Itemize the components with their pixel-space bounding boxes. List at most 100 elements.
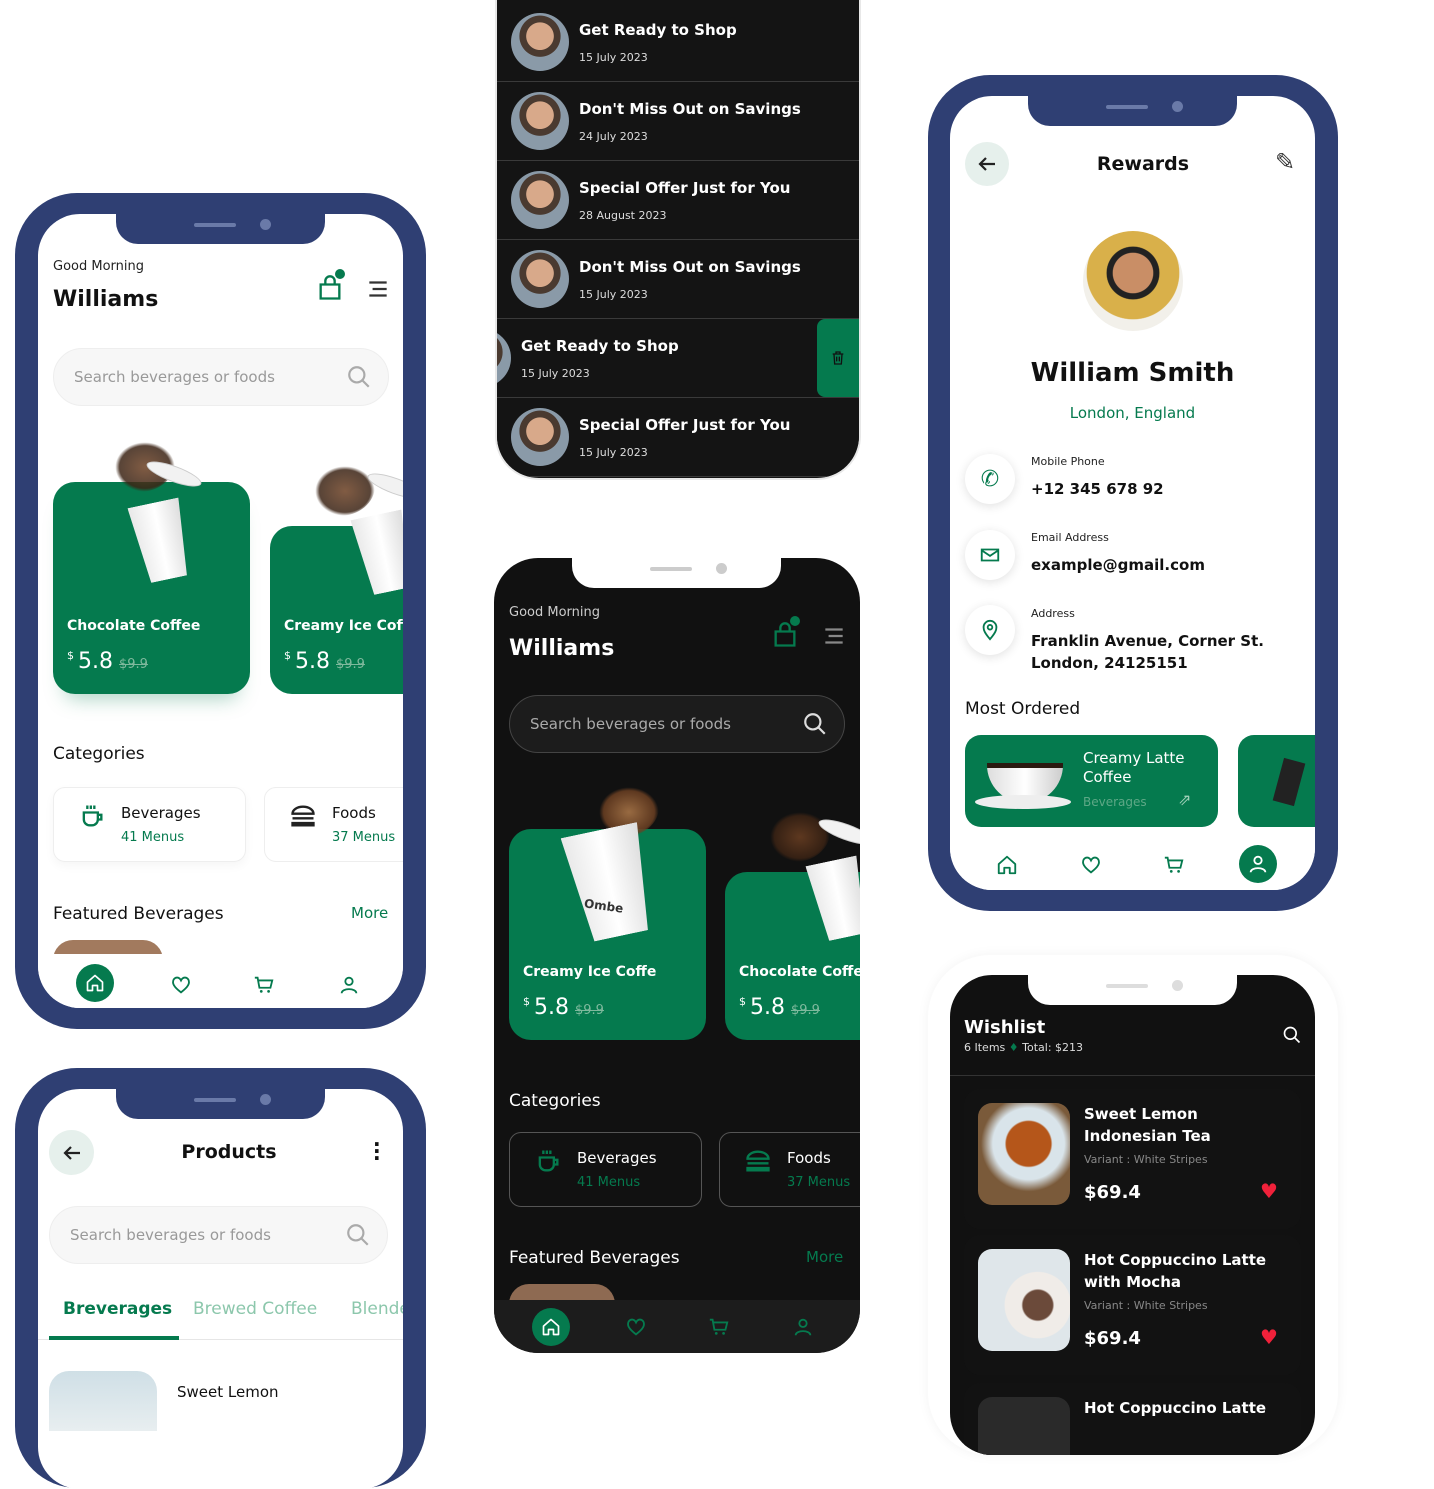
notification-item[interactable]: Special Offer Just for You 15 July 2023: [497, 398, 859, 477]
heart-filled-icon[interactable]: ♥: [1260, 1325, 1278, 1349]
products-screen: Products · · · Search beverages or foods B…: [38, 1089, 403, 1489]
home-icon[interactable]: [996, 854, 1018, 876]
search-input[interactable]: Search beverages or foods: [509, 695, 845, 753]
product-name[interactable]: Sweet Lemon: [177, 1383, 279, 1401]
tab-brewed-coffee[interactable]: Brewed Coffee: [193, 1299, 317, 1319]
more-link[interactable]: More: [351, 904, 388, 922]
profile-avatar: [1083, 231, 1183, 331]
divider: [950, 1075, 1315, 1076]
wishlist-screen: Wishlist 6 Items ♦ Total: $213 Sweet Lem…: [950, 975, 1315, 1455]
avatar: [511, 13, 569, 71]
coffee-cup-image: [127, 497, 194, 584]
search-input[interactable]: Search beverages or foods: [49, 1206, 388, 1264]
menu-icon[interactable]: [821, 623, 847, 649]
location-pin-icon[interactable]: [965, 605, 1015, 655]
product-card-chocolate-coffee[interactable]: Chocolate Coffee $5.8 $9.9: [53, 442, 250, 694]
heart-icon[interactable]: [625, 1316, 647, 1338]
tab-breverages[interactable]: Breverages: [63, 1299, 172, 1319]
notification-dot: [790, 616, 800, 626]
product-card-creamy-ice-coffe[interactable]: Creamy Ice Coffe $5.8$9.9: [270, 466, 403, 694]
most-ordered-card[interactable]: Creamy Latte Coffee Beverages ⇗: [965, 735, 1218, 827]
product-card-chocolate-coffe[interactable]: Chocolate Coffe $5.8 $9.9: [725, 812, 860, 1040]
nav-home[interactable]: [532, 1308, 570, 1346]
search-icon[interactable]: [802, 711, 828, 737]
category-beverages[interactable]: Beverages 41 Menus: [53, 787, 246, 862]
heart-filled-icon[interactable]: ♥: [1260, 1179, 1278, 1203]
nav-profile[interactable]: [1239, 845, 1277, 883]
edit-pencil-icon[interactable]: ✎: [1275, 148, 1295, 176]
menu-icon[interactable]: [365, 276, 391, 302]
bottom-nav: [494, 1300, 860, 1353]
more-options-icon[interactable]: · · ·: [373, 1134, 381, 1168]
product-card-creamy-ice-coffe[interactable]: Ombe Creamy Ice Coffe $5.8 $9.9: [509, 787, 706, 1040]
user-name: Williams: [509, 636, 615, 661]
product-price: $5.8 $9.9: [67, 649, 148, 674]
heart-icon[interactable]: [170, 974, 192, 996]
most-ordered-card-2[interactable]: [1238, 735, 1315, 827]
notifications-screen: Get Ready to Shop 15 July 2023 Don't Miss …: [495, 0, 861, 480]
phone-icon[interactable]: ✆: [965, 454, 1015, 504]
cart-icon[interactable]: [708, 1316, 730, 1338]
notification-dot: [335, 269, 345, 279]
user-icon[interactable]: [338, 974, 360, 996]
profile-location: London, England: [1069, 404, 1196, 422]
home-icon: [86, 974, 104, 992]
cart-icon[interactable]: [253, 974, 275, 996]
avatar: [511, 92, 569, 150]
cappuccino-image: [978, 1249, 1070, 1351]
rewards-screen: Rewards ✎ William Smith London, England …: [950, 96, 1315, 890]
wishlist-item[interactable]: Hot Coppuccino Latte: [964, 1383, 1301, 1455]
tab-blended[interactable]: Blended: [351, 1299, 403, 1319]
external-link-icon[interactable]: ⇗: [1178, 790, 1191, 809]
notification-item[interactable]: Don't Miss Out on Savings 24 July 2023: [497, 82, 859, 161]
wishlist-summary: 6 Items ♦ Total: $213: [964, 1041, 1084, 1054]
avatar: [497, 329, 511, 387]
page-title: Wishlist: [964, 1017, 1046, 1038]
most-ordered-heading: Most Ordered: [965, 699, 1081, 719]
search-input[interactable]: Search beverages or foods: [53, 348, 389, 406]
notification-item[interactable]: Don't Miss Out on Savings 15 July 2023: [497, 240, 859, 319]
more-link[interactable]: More: [806, 1248, 843, 1266]
notification-item[interactable]: Special Offer Just for You 28 August 2023: [497, 161, 859, 240]
avatar: [511, 171, 569, 229]
notification-item[interactable]: Get Ready to Shop 15 July 2023: [497, 319, 859, 398]
notification-item[interactable]: Get Ready to Shop 15 July 2023: [497, 3, 859, 82]
product-name: Creamy Ice Coffe: [284, 618, 403, 634]
home-dark-screen: Good Morning Williams Search beverages o…: [494, 558, 860, 1353]
category-beverages[interactable]: Beverages 41 Menus: [509, 1132, 702, 1207]
user-name: Williams: [53, 287, 159, 312]
burger-icon: [746, 1150, 770, 1172]
wishlist-item[interactable]: Sweet Lemon Indonesian Tea Variant : Whi…: [964, 1089, 1301, 1229]
categories-heading: Categories: [53, 744, 145, 764]
tea-image: [978, 1103, 1070, 1205]
page-title: Rewards: [1096, 153, 1190, 175]
categories-heading: Categories: [509, 1091, 601, 1111]
search-icon[interactable]: [345, 1222, 371, 1248]
featured-heading: Featured Beverages: [53, 904, 224, 924]
search-icon[interactable]: [1282, 1025, 1302, 1045]
product-name: Chocolate Coffee: [67, 618, 201, 634]
user-icon: [1249, 855, 1267, 874]
product-thumb: [49, 1371, 157, 1431]
trash-icon: [832, 351, 844, 365]
cup-icon: [538, 1149, 559, 1172]
user-icon[interactable]: [792, 1316, 814, 1338]
featured-heading: Featured Beverages: [509, 1248, 680, 1268]
cup-icon: [82, 804, 103, 827]
search-icon[interactable]: [346, 364, 372, 390]
heart-icon[interactable]: [1080, 854, 1102, 876]
category-foods[interactable]: Foods 37 Menus: [264, 787, 403, 862]
nav-home[interactable]: [76, 964, 114, 1002]
search-placeholder: Search beverages or foods: [74, 368, 275, 386]
category-foods[interactable]: Foods 37 Menus: [719, 1132, 860, 1207]
burger-icon: [291, 805, 315, 827]
delete-button[interactable]: [817, 319, 859, 397]
greeting: Good Morning: [53, 259, 144, 274]
cart-icon[interactable]: [1163, 854, 1185, 876]
wishlist-item[interactable]: Hot Coppuccino Latte with Mocha Variant …: [964, 1235, 1301, 1375]
avatar: [511, 250, 569, 308]
avatar: [511, 408, 569, 466]
bottom-nav: [38, 954, 403, 1008]
mail-icon[interactable]: [965, 530, 1015, 580]
home-icon: [542, 1318, 560, 1336]
